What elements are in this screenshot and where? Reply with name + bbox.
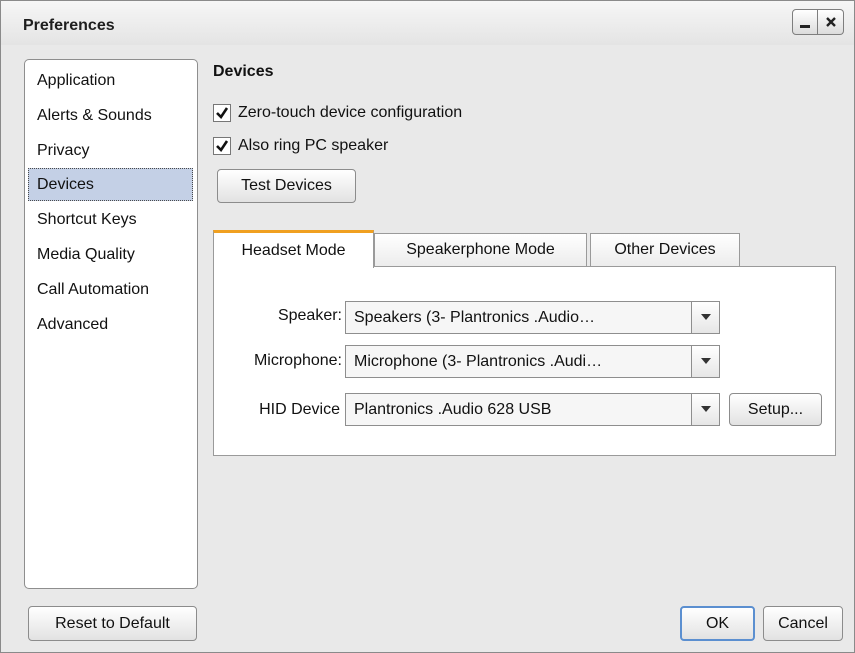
close-icon: [825, 17, 836, 27]
sidebar-item-shortcut-keys[interactable]: Shortcut Keys: [28, 203, 193, 236]
speaker-value: Speakers (3- Plantronics .Audio…: [354, 309, 595, 326]
sidebar-item-application[interactable]: Application: [28, 64, 193, 97]
preferences-window: Preferences Application Alerts & Sounds …: [0, 0, 855, 653]
sidebar-item-call-automation[interactable]: Call Automation: [28, 273, 193, 306]
zero-touch-checkbox[interactable]: [213, 104, 231, 122]
headset-mode-panel: Speaker: Speakers (3- Plantronics .Audio…: [213, 266, 836, 456]
checkmark-icon: [216, 107, 229, 120]
window-controls: [792, 9, 844, 35]
hid-device-label: HID Device: [259, 401, 340, 418]
tab-speakerphone-mode[interactable]: Speakerphone Mode: [374, 233, 587, 266]
checkmark-icon: [216, 140, 229, 153]
setup-button[interactable]: Setup...: [729, 393, 822, 426]
minimize-button[interactable]: [792, 9, 818, 35]
ring-pc-row: Also ring PC speaker: [213, 137, 388, 155]
window-title: Preferences: [23, 17, 115, 34]
test-devices-button[interactable]: Test Devices: [217, 169, 356, 203]
chevron-down-icon[interactable]: [691, 302, 719, 333]
speaker-label: Speaker:: [277, 307, 342, 324]
zero-touch-row: Zero-touch device configuration: [213, 104, 462, 122]
ring-pc-label[interactable]: Also ring PC speaker: [238, 137, 388, 155]
category-list[interactable]: Application Alerts & Sounds Privacy Devi…: [24, 59, 198, 589]
sidebar-item-alerts-sounds[interactable]: Alerts & Sounds: [28, 99, 193, 132]
sidebar-item-devices[interactable]: Devices: [28, 168, 193, 201]
zero-touch-label[interactable]: Zero-touch device configuration: [238, 104, 462, 122]
close-button[interactable]: [818, 9, 844, 35]
sidebar-item-privacy[interactable]: Privacy: [28, 134, 193, 167]
chevron-down-icon[interactable]: [691, 346, 719, 377]
reset-to-default-button[interactable]: Reset to Default: [28, 606, 197, 641]
speaker-select[interactable]: Speakers (3- Plantronics .Audio…: [345, 301, 720, 334]
microphone-value: Microphone (3- Plantronics .Audi…: [354, 353, 603, 370]
hid-device-select[interactable]: Plantronics .Audio 628 USB: [345, 393, 720, 426]
cancel-button[interactable]: Cancel: [763, 606, 843, 641]
sidebar-item-advanced[interactable]: Advanced: [28, 308, 193, 341]
microphone-label: Microphone:: [253, 352, 342, 369]
ok-button[interactable]: OK: [680, 606, 755, 641]
tab-other-devices[interactable]: Other Devices: [590, 233, 740, 266]
microphone-select[interactable]: Microphone (3- Plantronics .Audi…: [345, 345, 720, 378]
chevron-down-icon[interactable]: [691, 394, 719, 425]
minimize-icon: [800, 25, 810, 28]
ring-pc-checkbox[interactable]: [213, 137, 231, 155]
title-bar[interactable]: Preferences: [1, 1, 854, 45]
section-title: Devices: [213, 63, 274, 80]
tab-headset-mode[interactable]: Headset Mode: [213, 230, 374, 268]
sidebar-item-media-quality[interactable]: Media Quality: [28, 238, 193, 271]
hid-device-value: Plantronics .Audio 628 USB: [354, 401, 552, 418]
